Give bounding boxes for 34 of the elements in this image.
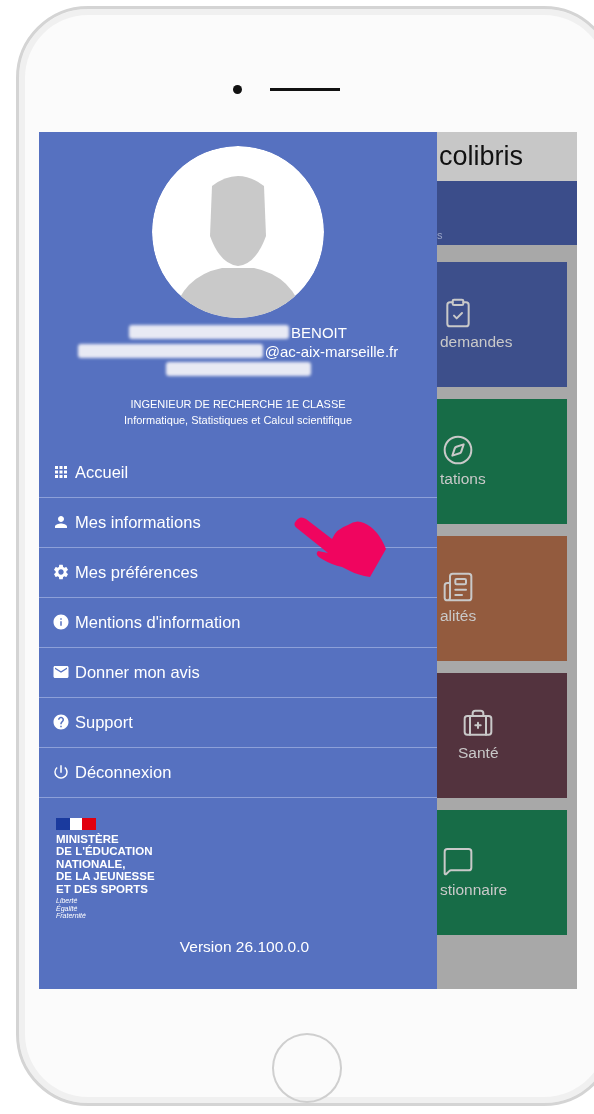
app-title: colibris — [437, 131, 577, 181]
version-label: Version 26.100.0.0 — [178, 937, 311, 956]
speaker-slot — [270, 87, 340, 91]
info-icon — [52, 613, 70, 632]
app-tile[interactable]: Santé — [437, 672, 567, 798]
ministry-name-line: MINISTÈRE — [56, 832, 120, 845]
app-tile[interactable]: tations — [437, 398, 567, 524]
compass-icon — [442, 434, 474, 467]
ministry-name-line: DE LA JEUNESSE — [56, 870, 156, 883]
menu-item[interactable]: Donner mon avis — [39, 647, 437, 698]
user-email: @ac-aix-marseille.fr — [264, 342, 399, 360]
menu-item[interactable]: Accueil — [39, 447, 437, 498]
app-tile[interactable]: alités — [437, 535, 567, 661]
ministry-name-line: NATIONALE, — [56, 857, 127, 871]
menu-item[interactable]: Mentions d'information — [39, 597, 437, 648]
home-button[interactable] — [272, 1033, 342, 1103]
app-tile[interactable]: stionnaire — [437, 809, 567, 935]
help-icon — [52, 713, 70, 732]
user-name: BENOIT — [291, 323, 347, 341]
newspaper-icon — [442, 571, 474, 604]
chat-icon — [442, 845, 474, 878]
power-icon — [52, 763, 70, 782]
menu-item[interactable]: Support — [39, 697, 437, 748]
job-grade: INGENIEUR DE RECHERCHE 1E CLASSE — [130, 397, 346, 410]
pointing-hand-icon — [292, 514, 388, 579]
settings-icon — [52, 563, 70, 582]
app-tile[interactable]: demandes — [437, 261, 567, 387]
flag-logo — [56, 817, 96, 830]
menu-item[interactable]: Déconnexion — [39, 747, 437, 798]
ministry-name-line: DE L'ÉDUCATION — [56, 845, 154, 858]
job-specialty: Informatique, Statistiques et Calcul scientifique — [123, 413, 353, 426]
ministry-name-line: ET DES SPORTS — [56, 882, 150, 896]
camera-dot — [233, 84, 242, 94]
banner-text: s — [437, 228, 443, 241]
